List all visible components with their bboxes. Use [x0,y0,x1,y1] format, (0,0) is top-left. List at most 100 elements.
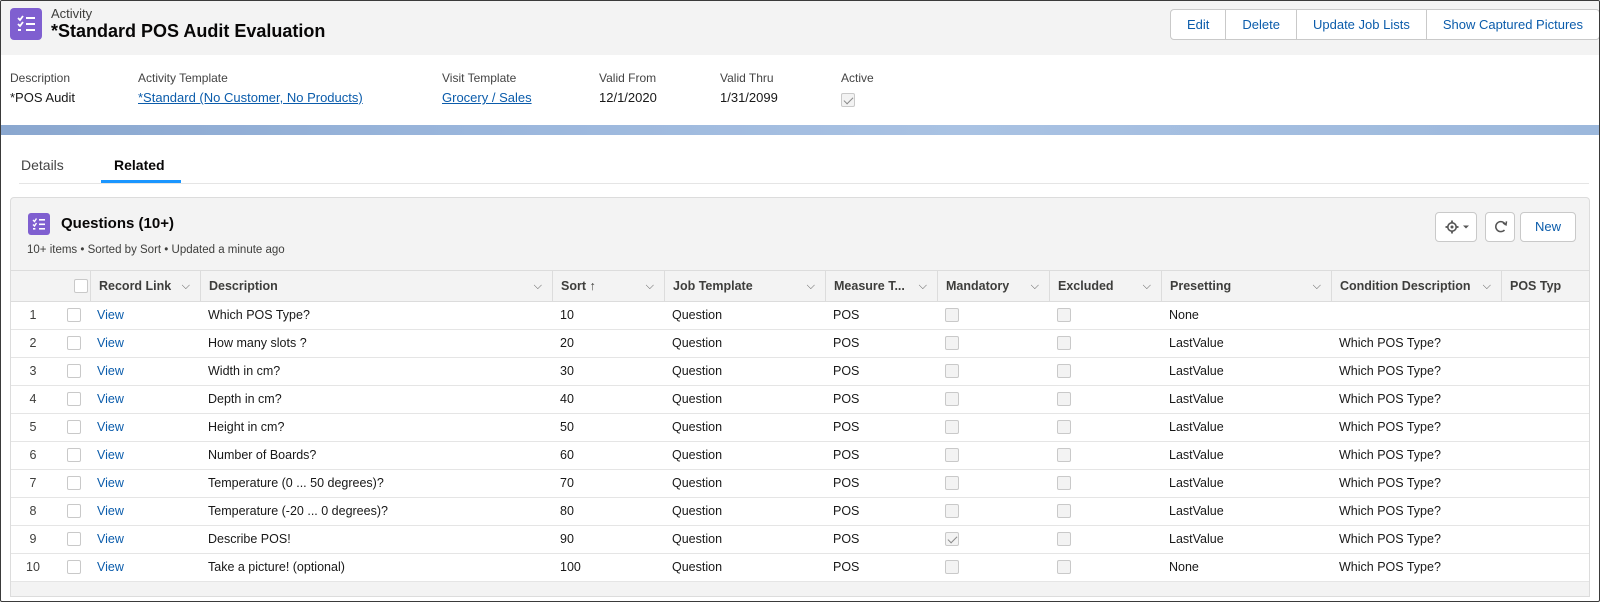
row-number: 4 [29,392,37,406]
questions-checklist-icon [28,213,50,235]
record-view-link[interactable]: View [97,330,124,357]
record-view-link[interactable]: View [97,414,124,441]
mandatory-checkbox [945,498,959,525]
column-job-template[interactable]: Job Template ⌵ [664,271,825,302]
column-mandatory[interactable]: Mandatory ⌵ [937,271,1049,302]
chevron-down-icon[interactable]: ⌵ [1031,271,1039,302]
question-description: Temperature (-20 ... 0 degrees)? [208,504,388,518]
presetting-value: LastValue [1169,420,1224,434]
chevron-down-icon[interactable]: ⌵ [646,271,654,302]
row-select-checkbox[interactable] [67,526,81,553]
row-number: 2 [29,336,37,350]
row-number: 1 [29,308,37,322]
header-action-buttons: Edit Delete Update Job Lists Show Captur… [1170,9,1599,40]
questions-related-list: Questions (10+) 10+ items • Sorted by So… [10,197,1590,597]
row-select-checkbox[interactable] [67,358,81,385]
chevron-down-icon[interactable]: ⌵ [1483,271,1491,302]
job-template-value: Question [672,308,723,322]
row-number: 6 [29,448,37,462]
row-select-checkbox[interactable] [67,442,81,469]
record-view-link[interactable]: View [97,526,124,553]
record-view-link[interactable]: View [97,302,124,329]
valid-from-value: 12/1/2020 [599,90,657,105]
update-job-lists-button[interactable]: Update Job Lists [1295,10,1426,39]
row-select-checkbox[interactable] [67,470,81,497]
active-label: Active [841,71,874,85]
row-select-checkbox[interactable] [67,498,81,525]
tab-related[interactable]: Related [114,157,165,173]
chevron-down-icon[interactable]: ⌵ [182,271,190,302]
question-description: Describe POS! [208,532,291,546]
chevron-down-icon[interactable]: ⌵ [807,271,815,302]
column-excluded[interactable]: Excluded ⌵ [1049,271,1161,302]
column-pos-type[interactable]: POS Typ [1501,271,1589,302]
measure-type-value: POS [833,420,860,434]
column-sort[interactable]: Sort ↑ ⌵ [552,271,664,302]
row-select-checkbox[interactable] [67,554,81,581]
measure-type-value: POS [833,560,860,574]
activity-template-link[interactable]: *Standard (No Customer, No Products) [138,90,363,105]
row-select-checkbox[interactable] [67,414,81,441]
mandatory-checkbox [945,414,959,441]
mandatory-checkbox [945,302,959,329]
row-number: 7 [29,476,37,490]
record-view-link[interactable]: View [97,498,124,525]
record-view-link[interactable]: View [97,386,124,413]
excluded-checkbox [1057,470,1071,497]
refresh-icon [1495,220,1508,233]
sort-value: 80 [560,504,574,518]
table-row: 8 View Temperature (-20 ... 0 degrees)? … [11,498,1589,526]
record-view-link[interactable]: View [97,554,124,581]
related-list-title: Questions (10+) [61,215,174,232]
column-condition-description-label: Condition Description [1340,279,1471,293]
table-row: 7 View Temperature (0 ... 50 degrees)? 7… [11,470,1589,498]
question-description: Number of Boards? [208,448,317,462]
question-description: Take a picture! (optional) [208,560,345,574]
record-view-link[interactable]: View [97,442,124,469]
job-template-value: Question [672,448,723,462]
record-title: *Standard POS Audit Evaluation [51,21,326,41]
sort-value: 90 [560,532,574,546]
column-condition-description[interactable]: Condition Description ⌵ [1331,271,1501,302]
record-view-link[interactable]: View [97,470,124,497]
tab-details[interactable]: Details [21,157,64,173]
condition-description-value: Which POS Type? [1339,532,1441,546]
delete-button[interactable]: Delete [1225,10,1296,39]
table-row: 2 View How many slots ? 20 Question POS … [11,330,1589,358]
row-select-checkbox[interactable] [67,386,81,413]
job-template-value: Question [672,420,723,434]
presetting-value: LastValue [1169,448,1224,462]
new-button[interactable]: New [1520,212,1576,242]
refresh-button[interactable] [1485,212,1515,242]
job-template-value: Question [672,364,723,378]
column-record-link[interactable]: Record Link ⌵ [90,271,200,302]
mandatory-checkbox [945,554,959,581]
column-presetting[interactable]: Presetting ⌵ [1161,271,1331,302]
column-description[interactable]: Description ⌵ [200,271,552,302]
sort-value: 30 [560,364,574,378]
show-captured-pictures-button[interactable]: Show Captured Pictures [1425,10,1599,39]
edit-button[interactable]: Edit [1171,10,1225,39]
select-all-checkbox[interactable] [74,278,88,293]
excluded-checkbox [1057,358,1071,385]
activity-template-field: Activity Template *Standard (No Customer… [138,71,363,105]
activity-template-label: Activity Template [138,71,228,85]
column-job-template-label: Job Template [673,279,753,293]
sort-value: 20 [560,336,574,350]
chevron-down-icon[interactable]: ⌵ [534,271,542,302]
sort-value: 40 [560,392,574,406]
chevron-down-icon[interactable]: ⌵ [1313,271,1321,302]
chevron-down-icon[interactable]: ⌵ [919,271,927,302]
visit-template-link[interactable]: Grocery / Sales [442,90,532,105]
column-measure-type[interactable]: Measure T... ⌵ [825,271,937,302]
presetting-value: LastValue [1169,392,1224,406]
table-row: 6 View Number of Boards? 60 Question POS… [11,442,1589,470]
condition-description-value: Which POS Type? [1339,448,1441,462]
row-number: 3 [29,364,37,378]
row-select-checkbox[interactable] [67,330,81,357]
row-select-checkbox[interactable] [67,302,81,329]
chevron-down-icon[interactable]: ⌵ [1143,271,1151,302]
record-view-link[interactable]: View [97,358,124,385]
condition-description-value: Which POS Type? [1339,336,1441,350]
list-settings-button[interactable] [1435,212,1477,242]
